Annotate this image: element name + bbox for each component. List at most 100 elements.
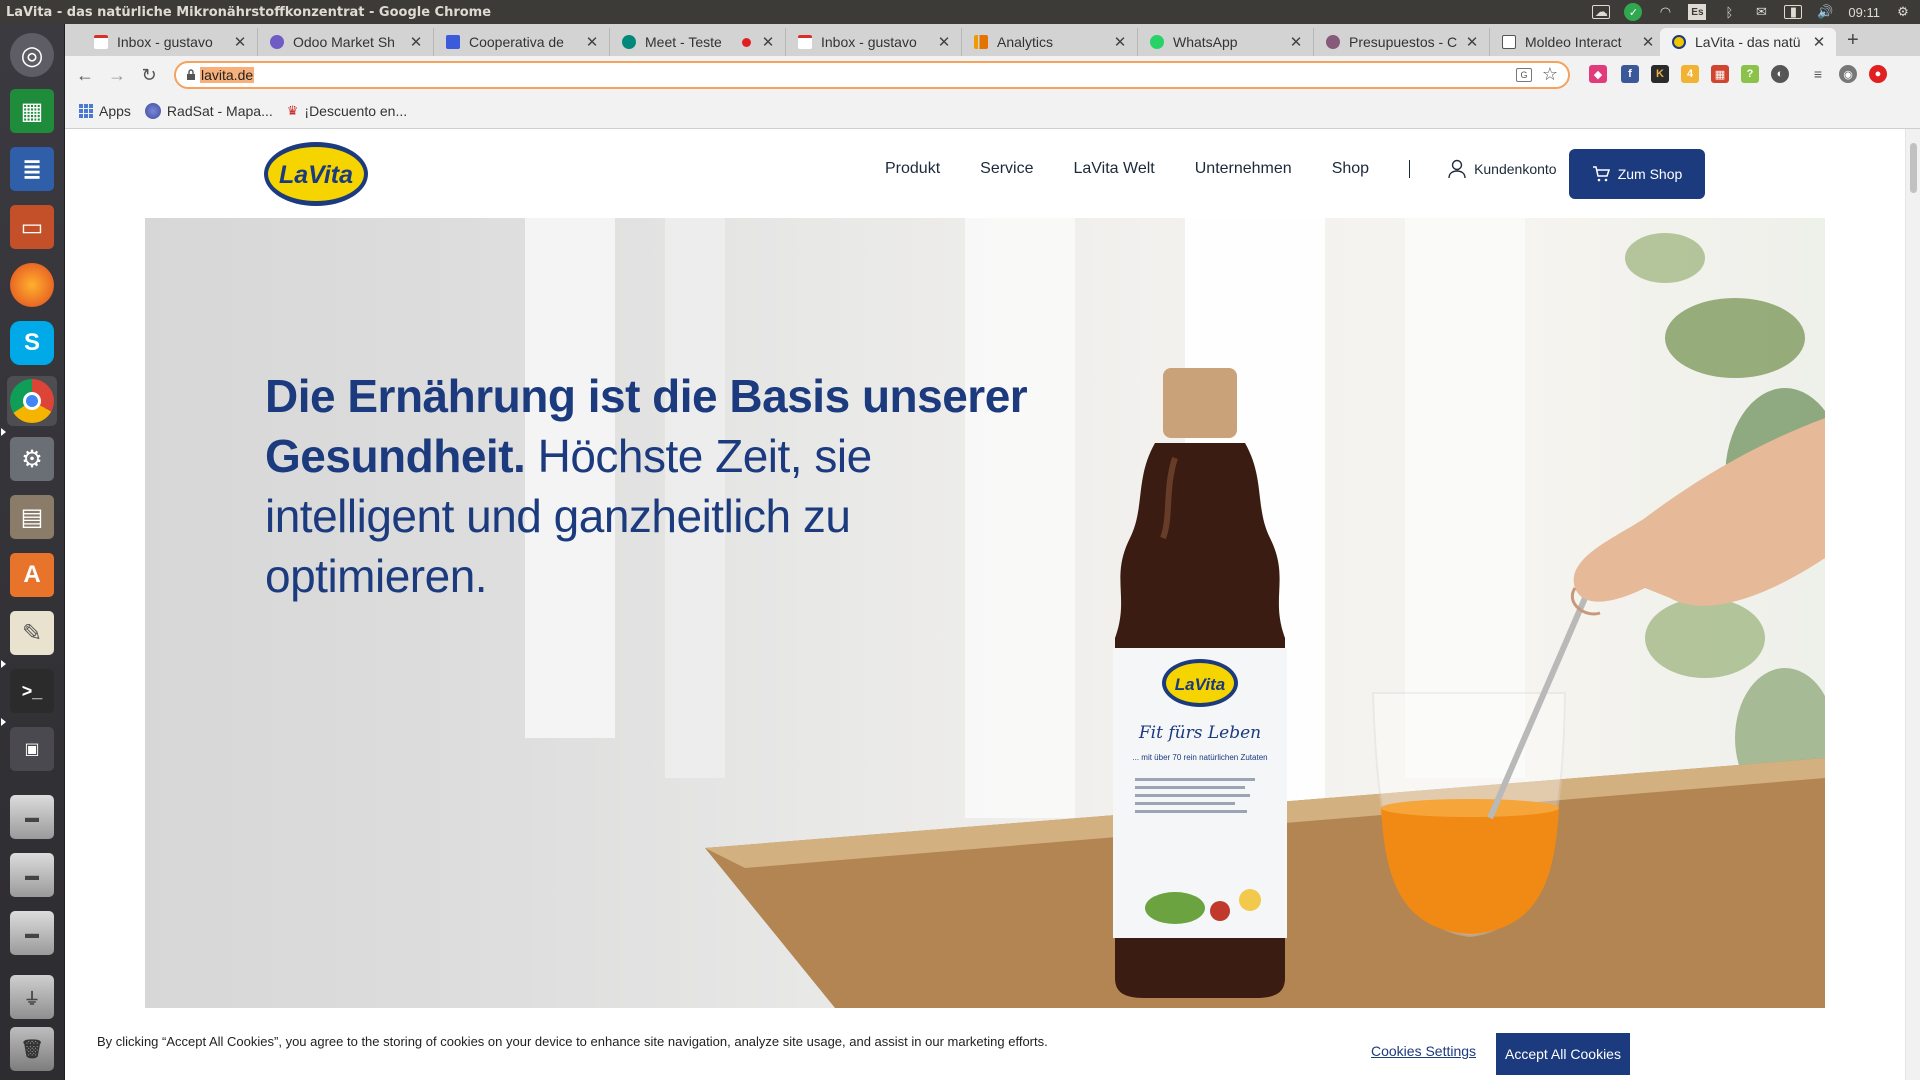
files-app-icon[interactable]: ▤ bbox=[7, 492, 57, 542]
nav-shop[interactable]: Shop bbox=[1332, 160, 1369, 178]
bottle-subline: ... mit über 70 rein natürlichen Zutaten bbox=[1132, 753, 1267, 762]
tab-title: Presupuestos - C bbox=[1349, 34, 1458, 50]
translate-icon[interactable]: G bbox=[1516, 68, 1532, 82]
url-text[interactable]: lavita.de bbox=[200, 67, 255, 83]
system-tray: ☁ ✓ ◠ Es ᛒ ✉ ▮ 🔊 09:11 ⚙ bbox=[1592, 0, 1912, 24]
nav-divider bbox=[1409, 160, 1411, 178]
firefox-icon[interactable] bbox=[7, 260, 57, 310]
extension-icon[interactable]: ● bbox=[1869, 65, 1887, 83]
close-icon[interactable]: ✕ bbox=[1287, 33, 1305, 51]
lavita-icon bbox=[1672, 35, 1686, 49]
running-indicator bbox=[1, 718, 6, 726]
shop-button-label: Zum Shop bbox=[1617, 166, 1683, 182]
bluetooth-icon[interactable]: ᛒ bbox=[1720, 5, 1738, 20]
bookmark-descuento[interactable]: ♛ ¡Descuento en... bbox=[287, 103, 407, 119]
account-link[interactable]: Kundenkonto bbox=[1448, 159, 1557, 179]
gmail-icon bbox=[798, 35, 812, 49]
nav-unternehmen[interactable]: Unternehmen bbox=[1195, 160, 1292, 178]
wifi-icon[interactable]: ◠ bbox=[1656, 4, 1674, 19]
close-icon[interactable]: ✕ bbox=[935, 33, 953, 51]
odoo-icon bbox=[270, 35, 284, 49]
tab-title: Moldeo Interact bbox=[1525, 34, 1622, 50]
tab-odoo-market[interactable]: Odoo Market Sh ✕ bbox=[258, 28, 434, 56]
extension-icon[interactable]: ◆ bbox=[1589, 65, 1607, 83]
trash-icon[interactable]: 🗑 bbox=[7, 1024, 57, 1074]
drive-icon[interactable]: ▬ bbox=[7, 850, 57, 900]
cloud-icon[interactable]: ☁ bbox=[1592, 4, 1611, 19]
nav-service[interactable]: Service bbox=[980, 160, 1033, 178]
ubuntu-dash-icon[interactable]: ◎ bbox=[7, 30, 57, 80]
lavita-logo[interactable]: LaVita bbox=[263, 141, 369, 207]
account-label: Kundenkonto bbox=[1474, 161, 1557, 177]
tab-title: Meet - Teste bbox=[645, 34, 722, 50]
terminal-icon[interactable]: >_ bbox=[7, 666, 57, 716]
bookmark-apps[interactable]: Apps bbox=[79, 103, 131, 119]
keyboard-layout-indicator[interactable]: Es bbox=[1688, 4, 1707, 20]
writer-app-icon[interactable]: ≣ bbox=[7, 144, 57, 194]
close-icon[interactable]: ✕ bbox=[759, 33, 777, 51]
system-settings-icon[interactable]: ⚙ bbox=[7, 434, 57, 484]
tab-analytics[interactable]: Analytics ✕ bbox=[962, 28, 1138, 56]
impress-app-icon[interactable]: ▭ bbox=[7, 202, 57, 252]
close-icon[interactable]: ✕ bbox=[231, 33, 249, 51]
settings-gear-icon[interactable]: ⚙ bbox=[1894, 4, 1912, 19]
usb-drive-icon[interactable]: ⏚ bbox=[7, 972, 57, 1022]
software-center-icon[interactable]: A bbox=[7, 550, 57, 600]
tab-meet[interactable]: Meet - Teste ✕ bbox=[610, 28, 786, 56]
tab-inbox[interactable]: Inbox - gustavo ✕ bbox=[786, 28, 962, 56]
nav-produkt[interactable]: Produkt bbox=[885, 160, 940, 178]
nav-lavita-welt[interactable]: LaVita Welt bbox=[1074, 160, 1155, 178]
chrome-icon[interactable] bbox=[7, 376, 57, 426]
tab-cooperativa[interactable]: Cooperativa de ✕ bbox=[434, 28, 610, 56]
hero-section: LaVita Fit fürs Leben ... mit über 70 re… bbox=[145, 218, 1825, 1008]
close-icon[interactable]: ✕ bbox=[407, 33, 425, 51]
extension-icon[interactable]: 4 bbox=[1681, 65, 1699, 83]
accept-all-cookies-button[interactable]: Accept All Cookies bbox=[1496, 1033, 1630, 1075]
zum-shop-button[interactable]: Zum Shop bbox=[1569, 149, 1705, 199]
tab-whatsapp[interactable]: WhatsApp ✕ bbox=[1138, 28, 1314, 56]
bookmark-label: RadSat - Mapa... bbox=[166, 103, 273, 119]
bookmark-star-icon[interactable]: ☆ bbox=[1542, 64, 1558, 85]
close-icon[interactable]: ✕ bbox=[1111, 33, 1129, 51]
extension-icon[interactable]: ◐ bbox=[1771, 65, 1789, 83]
bookmark-radsat[interactable]: RadSat - Mapa... bbox=[144, 103, 273, 119]
spreadsheet-app-icon[interactable]: ▦ bbox=[7, 86, 57, 136]
tab-presupuestos[interactable]: Presupuestos - C ✕ bbox=[1314, 28, 1490, 56]
close-icon[interactable]: ✕ bbox=[1810, 33, 1828, 51]
close-icon[interactable]: ✕ bbox=[1463, 33, 1481, 51]
new-tab-button[interactable]: + bbox=[1847, 29, 1859, 52]
reload-icon[interactable]: ↻ bbox=[137, 63, 161, 87]
drive-icon[interactable]: ▬ bbox=[7, 908, 57, 958]
close-icon[interactable]: ✕ bbox=[1639, 33, 1657, 51]
volume-icon[interactable]: 🔊 bbox=[1816, 4, 1834, 19]
battery-icon[interactable]: ▮ bbox=[1784, 4, 1803, 19]
back-arrow-icon[interactable]: ← bbox=[73, 63, 97, 87]
tab-moldeo[interactable]: Moldeo Interact ✕ bbox=[1490, 28, 1666, 56]
address-bar[interactable]: lavita.de G ☆ bbox=[174, 61, 1570, 89]
hand bbox=[1571, 418, 1825, 616]
extension-icon[interactable]: K bbox=[1651, 65, 1669, 83]
clock[interactable]: 09:11 bbox=[1848, 5, 1880, 20]
skype-icon[interactable]: S bbox=[7, 318, 57, 368]
mail-icon[interactable]: ✉ bbox=[1752, 4, 1770, 19]
page-scrollbar[interactable] bbox=[1905, 129, 1920, 1080]
tab-title: Analytics bbox=[997, 34, 1054, 50]
cookie-consent-banner: By clicking “Accept All Cookies”, you ag… bbox=[65, 1008, 1905, 1080]
profile-avatar-icon[interactable]: ◉ bbox=[1839, 65, 1857, 83]
drive-icon[interactable]: ▬ bbox=[7, 792, 57, 842]
sync-check-icon[interactable]: ✓ bbox=[1624, 3, 1643, 21]
text-editor-icon[interactable]: ✎ bbox=[7, 608, 57, 658]
globe-icon bbox=[144, 103, 161, 119]
tab-inbox[interactable]: Inbox - gustavo ✕ bbox=[82, 28, 258, 56]
tab-lavita-active[interactable]: LaVita - das natü ✕ bbox=[1660, 28, 1836, 56]
forward-arrow-icon[interactable]: → bbox=[105, 63, 129, 87]
workspace-switcher-icon[interactable]: ▣ bbox=[7, 724, 57, 774]
close-icon[interactable]: ✕ bbox=[583, 33, 601, 51]
cookies-settings-link[interactable]: Cookies Settings bbox=[1371, 1043, 1476, 1059]
facebook-extension-icon[interactable]: f bbox=[1621, 65, 1639, 83]
media-control-icon[interactable]: ≡ bbox=[1809, 65, 1827, 83]
extension-icon[interactable]: ? bbox=[1741, 65, 1759, 83]
scrollbar-thumb[interactable] bbox=[1910, 143, 1917, 193]
browser-chrome: Inbox - gustavo ✕ Odoo Market Sh ✕ Coope… bbox=[65, 24, 1920, 129]
extension-icon[interactable]: ▦ bbox=[1711, 65, 1729, 83]
